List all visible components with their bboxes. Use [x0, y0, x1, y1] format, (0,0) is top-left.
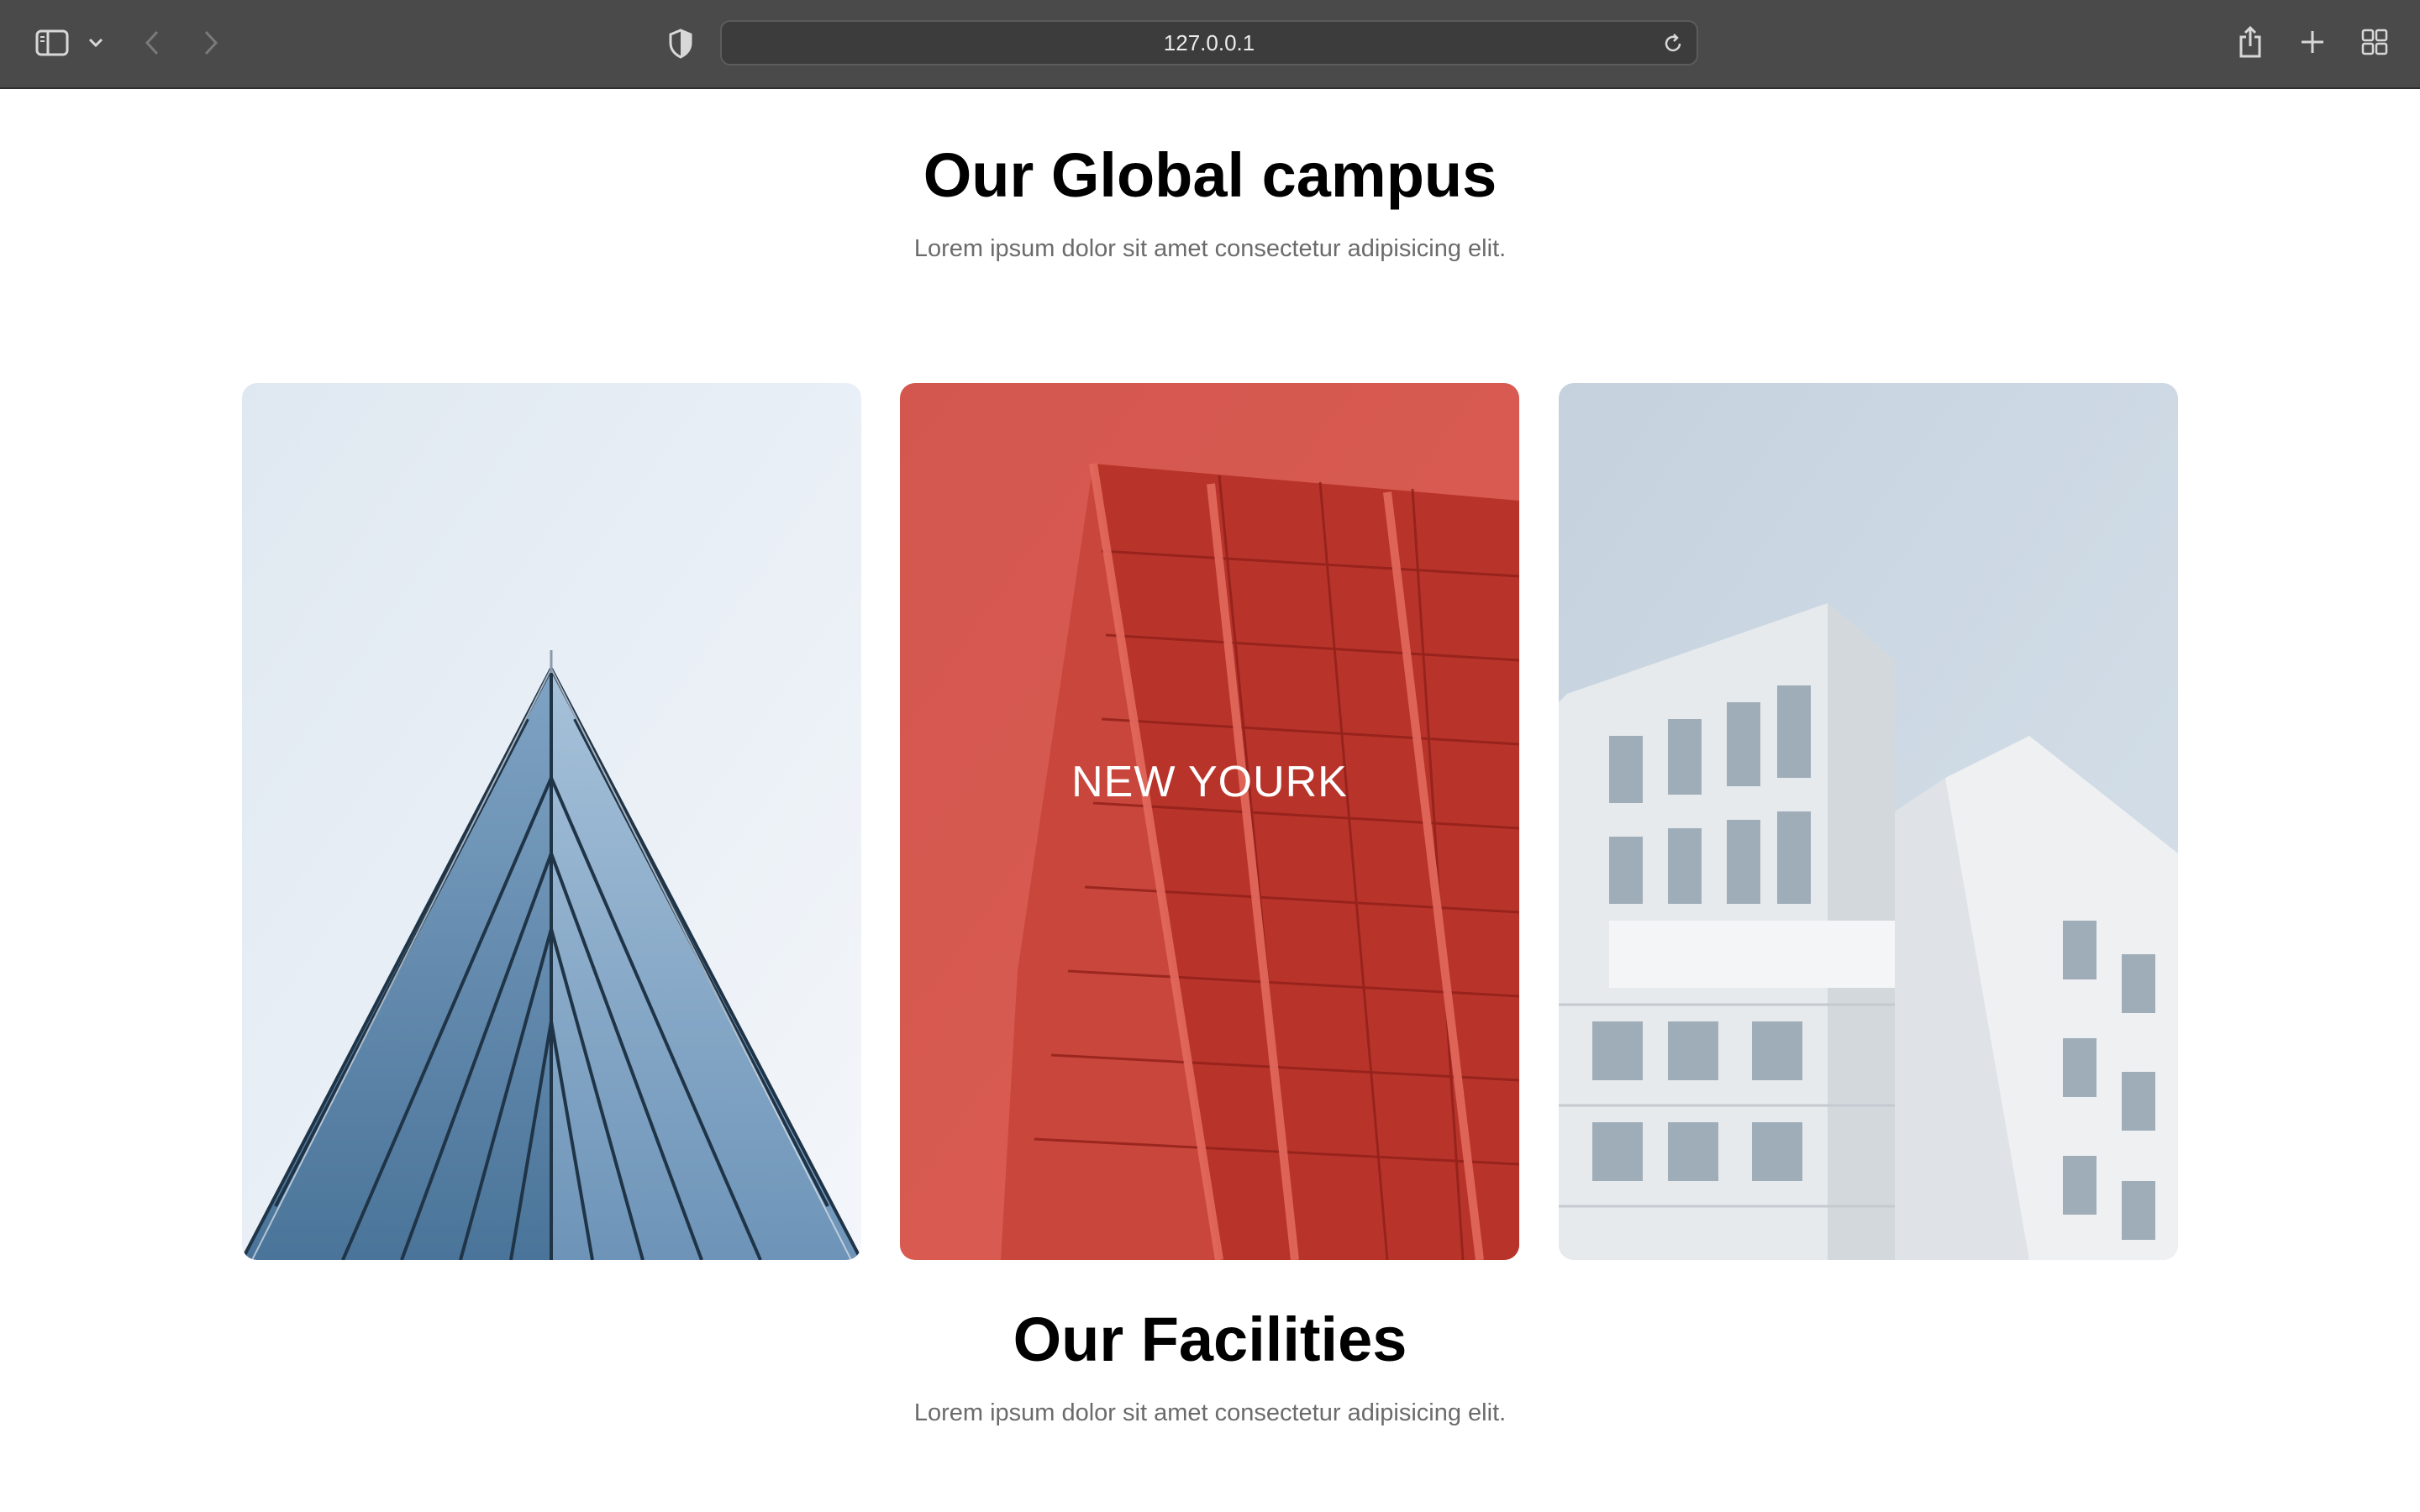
campus-subtitle: Lorem ipsum dolor sit amet consectetur a… — [913, 235, 1507, 262]
tower-building-image — [900, 383, 1519, 1260]
campus-title: Our Global campus — [923, 140, 1497, 210]
facilities-subtitle: Lorem ipsum dolor sit amet consectetur a… — [913, 1399, 1507, 1426]
url-text: 127.0.0.1 — [1163, 30, 1255, 55]
facilities-title: Our Facilities — [1013, 1305, 1407, 1374]
plus-icon[interactable] — [2297, 27, 2328, 57]
reload-icon[interactable] — [1661, 32, 1685, 55]
campus-card-2[interactable]: NEW YOURK — [900, 383, 1519, 1260]
share-icon[interactable] — [2235, 24, 2265, 60]
glass-building-image — [242, 383, 861, 1260]
campus-card-3[interactable] — [1559, 383, 2178, 1260]
tab-overview-icon[interactable] — [2360, 27, 2390, 57]
address-bar[interactable]: 127.0.0.1 — [720, 20, 1698, 66]
campus-card-1[interactable] — [242, 383, 861, 1260]
chevron-down-icon[interactable] — [86, 32, 106, 54]
browser-toolbar: 127.0.0.1 — [0, 0, 2420, 89]
sidebar-icon[interactable] — [32, 27, 72, 59]
back-arrow-icon[interactable] — [139, 27, 165, 59]
forward-arrow-icon[interactable] — [198, 27, 224, 59]
card-caption: NEW YOURK — [1071, 758, 1348, 806]
shield-icon[interactable] — [666, 27, 696, 60]
white-building-image — [1559, 383, 2178, 1260]
